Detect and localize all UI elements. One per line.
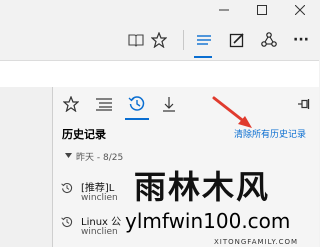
watermark-title: 雨林木风 (134, 168, 271, 206)
web-note-button[interactable] (226, 29, 248, 51)
history-item-icon (61, 216, 73, 228)
reading-list-icon (96, 98, 112, 111)
favorite-star-icon (151, 32, 167, 48)
downloads-icon (163, 97, 175, 112)
history-tab-indicator (125, 118, 149, 120)
close-icon (295, 5, 305, 15)
minimize-button[interactable] (205, 0, 243, 20)
tab-history[interactable] (124, 93, 150, 115)
title-bar (0, 0, 319, 20)
toolbar-separator (183, 30, 184, 50)
tab-downloads[interactable] (156, 93, 182, 115)
history-item-icon (61, 182, 73, 194)
collapse-caret-icon[interactable] (65, 153, 72, 159)
history-item-url: winclien (81, 193, 118, 203)
tab-reading-list[interactable] (91, 93, 117, 115)
watermark-url: ylmfwin100.com (125, 209, 291, 233)
history-item-title: Linux 公 (81, 217, 122, 228)
toolbar: ··· (0, 20, 319, 60)
history-item-url: winclien (81, 227, 118, 237)
history-icon (128, 96, 145, 111)
favorites-star-icon (63, 96, 79, 112)
reading-view-button[interactable] (125, 29, 147, 51)
browser-window: ··· 历史记录 清除所有历史记录 昨天 - 8/25 [推荐]L wincli… (0, 0, 319, 247)
share-button[interactable] (258, 29, 280, 51)
reading-view-icon (128, 34, 144, 47)
close-button[interactable] (281, 0, 319, 20)
pin-hub-button[interactable] (291, 93, 317, 115)
history-group-label[interactable]: 昨天 - 8/25 (76, 150, 123, 163)
hub-active-indicator (194, 56, 212, 58)
pin-icon (298, 99, 310, 109)
maximize-icon (257, 5, 267, 15)
more-icon: ··· (293, 32, 309, 48)
watermark-subtext: XITONGFAMILY.COM (214, 238, 299, 246)
tab-favorites[interactable] (58, 93, 84, 115)
annotation-arrow-icon (212, 96, 252, 128)
hub-button[interactable] (193, 29, 215, 51)
page-content (0, 87, 52, 247)
history-item-title: [推荐]L (81, 183, 115, 194)
more-button[interactable]: ··· (290, 29, 312, 51)
minimize-icon (219, 9, 229, 11)
hub-icon (197, 35, 211, 45)
add-favorite-button[interactable] (148, 29, 170, 51)
page-content-strip (0, 60, 319, 87)
maximize-button[interactable] (243, 0, 281, 20)
history-heading: 历史记录 (62, 128, 106, 141)
web-note-icon (229, 33, 244, 48)
share-icon (261, 32, 277, 47)
